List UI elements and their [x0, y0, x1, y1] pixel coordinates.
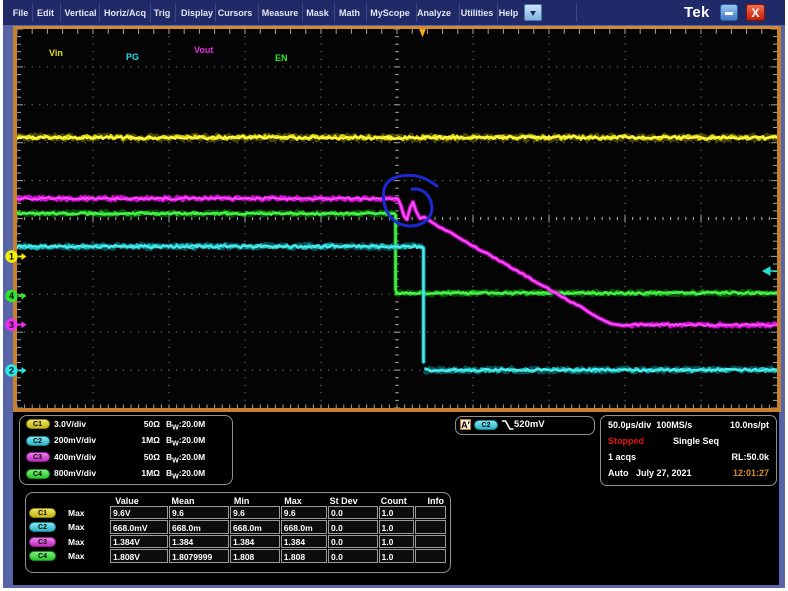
svg-text:2: 2 — [9, 366, 14, 376]
svg-text:PG: PG — [126, 52, 139, 62]
svg-text:Vout: Vout — [194, 45, 213, 55]
svg-text:1: 1 — [9, 252, 14, 262]
svg-text:4: 4 — [9, 291, 14, 301]
svg-text:Vin: Vin — [49, 48, 63, 58]
svg-text:3: 3 — [9, 320, 14, 330]
svg-text:EN: EN — [275, 53, 288, 63]
